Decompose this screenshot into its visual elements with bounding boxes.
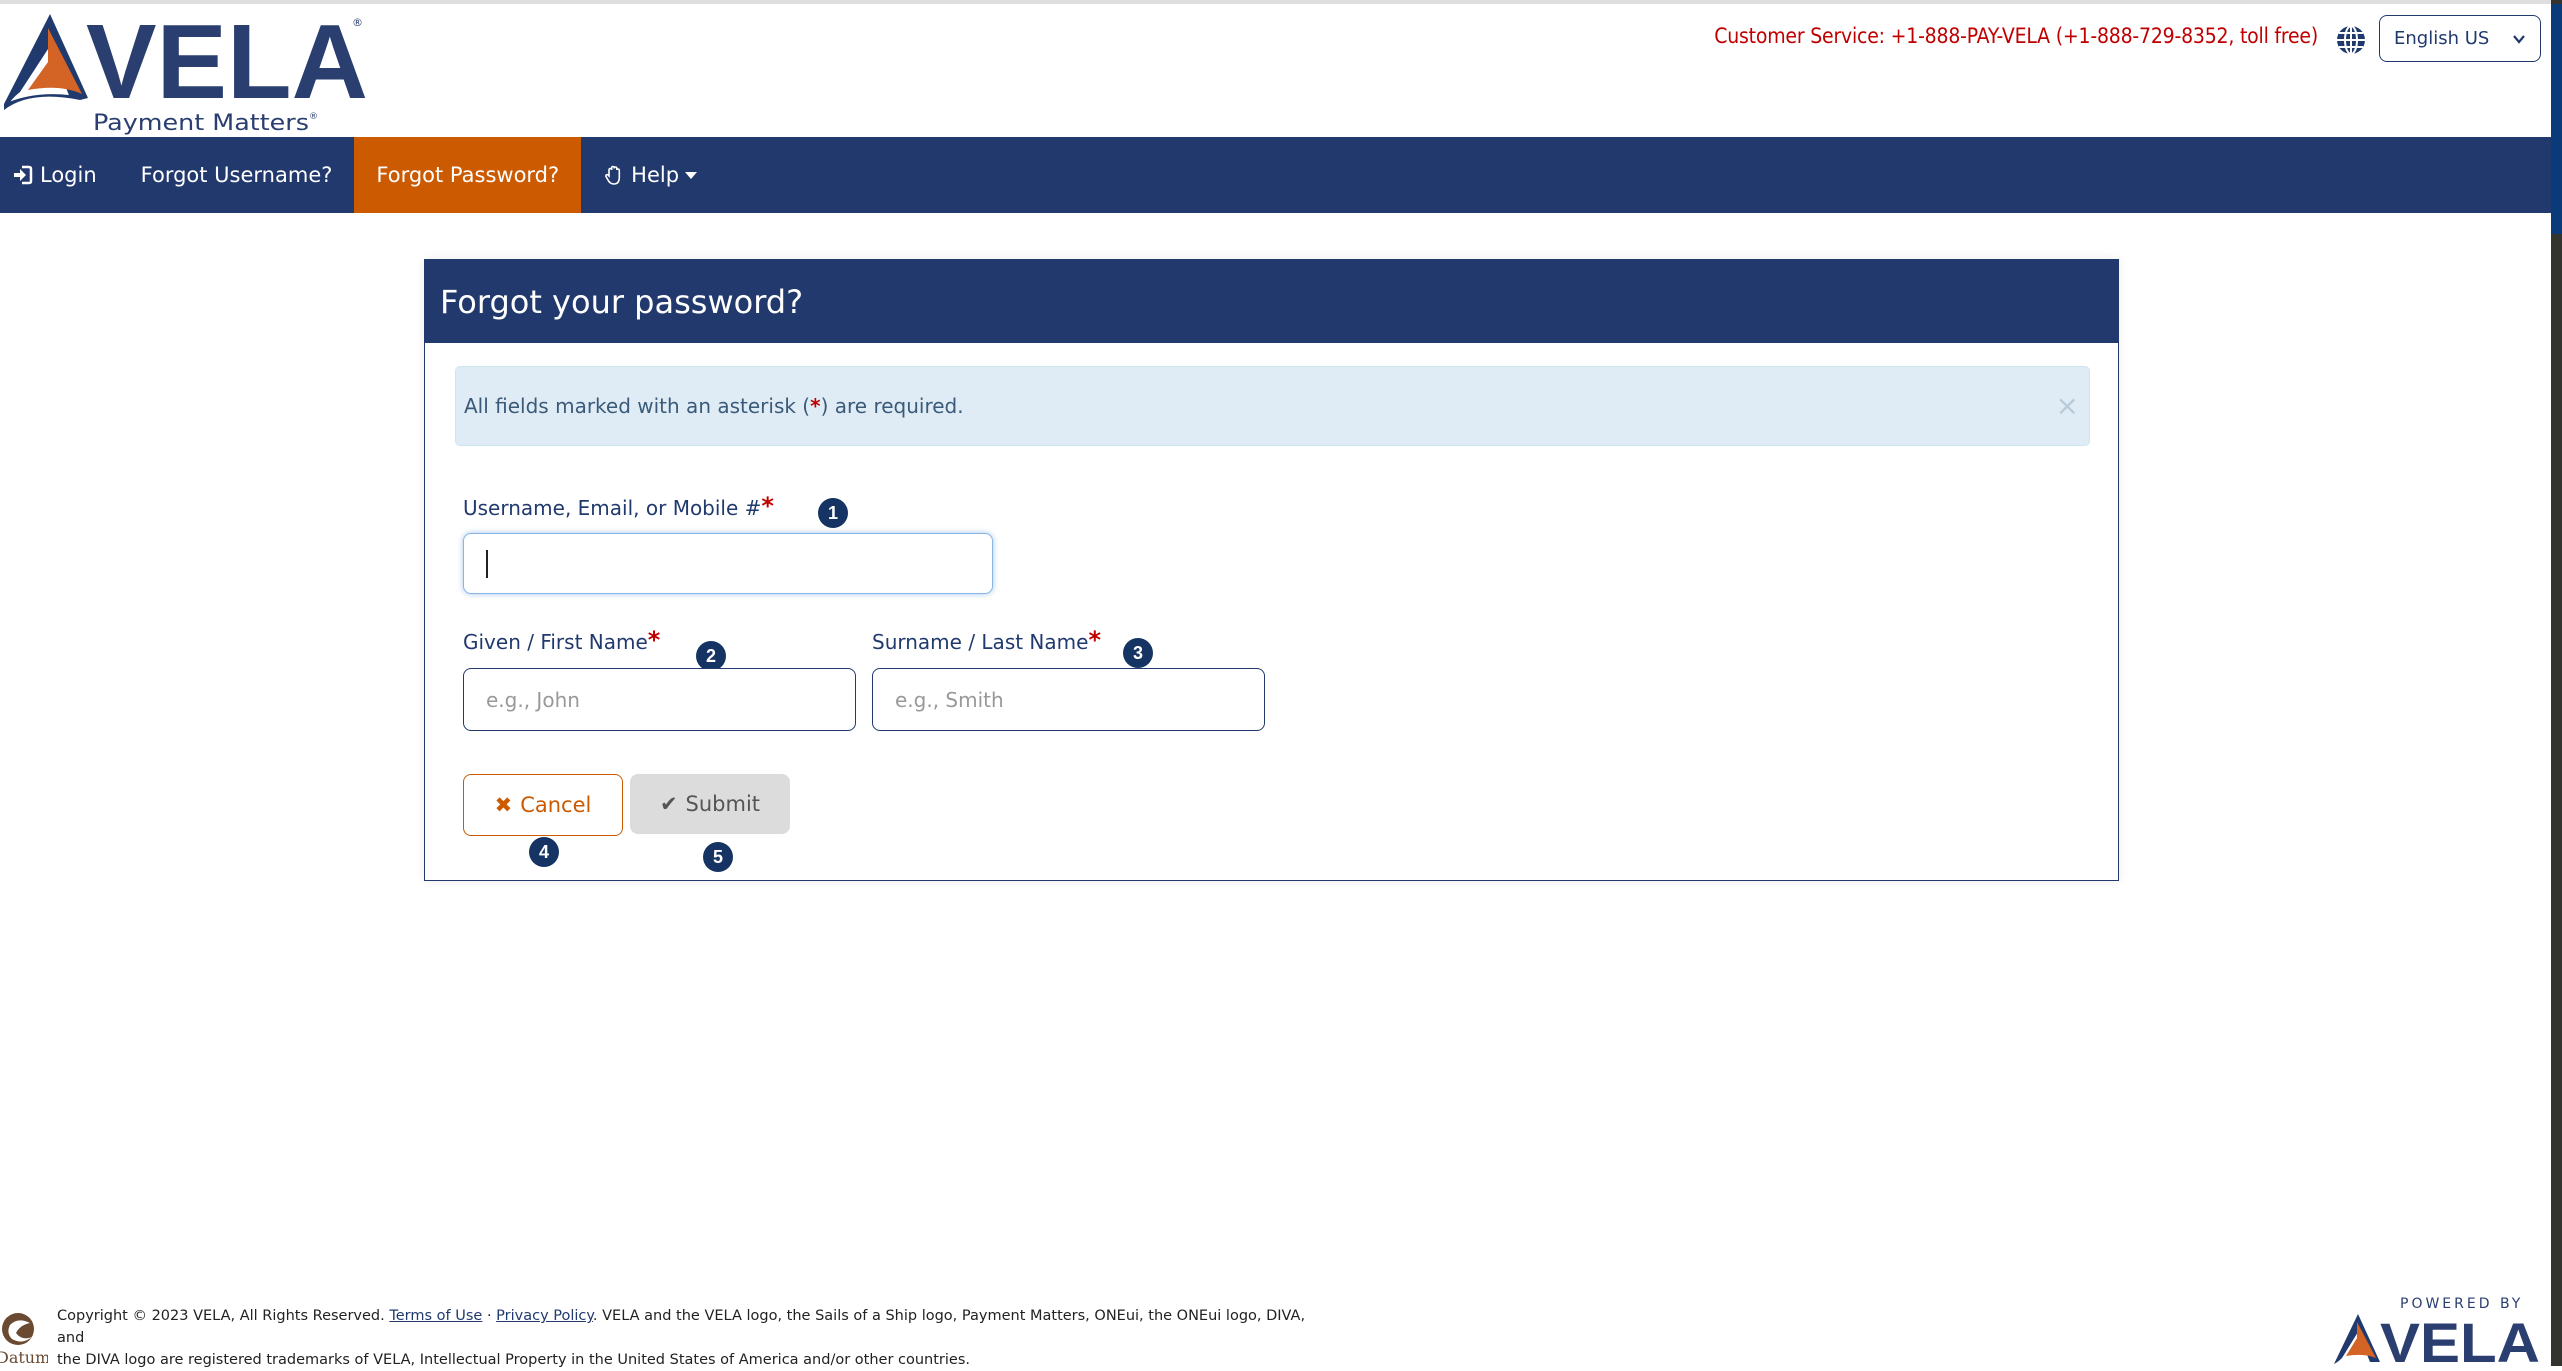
last-name-label-text: Surname / Last Name [872,630,1089,654]
step-badge-2: 2 [696,641,726,671]
nav-forgot-username[interactable]: Forgot Username? [119,137,355,213]
close-icon[interactable]: × [2056,389,2079,422]
username-label: Username, Email, or Mobile #* [463,492,774,524]
svg-text:Payment Matters: Payment Matters [93,111,309,136]
required-fields-alert: All fields marked with an asterisk (*) a… [455,366,2090,446]
svg-text:®: ® [309,112,318,122]
times-icon: ✖ [494,793,513,817]
last-name-placeholder: e.g., Smith [895,687,1004,712]
nav-login[interactable]: Login [0,137,119,213]
scrollbar-thumb[interactable] [2551,4,2562,234]
first-name-label: Given / First Name* [463,626,660,658]
submit-label: Submit [685,792,761,816]
svg-text:®: ® [352,16,363,29]
check-icon: ✔ [659,792,678,816]
first-name-input[interactable]: e.g., John [463,668,856,731]
step-badge-4: 4 [529,837,559,867]
last-name-input[interactable]: e.g., Smith [872,668,1265,731]
globe-icon [2335,24,2367,56]
step-badge-5: 5 [703,842,733,872]
svg-text:Datum: Datum [0,1348,48,1367]
footer-separator: · [486,1308,492,1324]
username-input[interactable] [463,533,993,594]
nav-forgot-password[interactable]: Forgot Password? [354,137,582,213]
powered-by-vela-logo: POWERED BY VELA [2330,1290,2550,1371]
page-title: Forgot your password? [440,282,804,321]
text-cursor [486,549,488,578]
panel-header: Forgot your password? [425,260,2118,343]
language-selected-value: English US [2394,28,2490,49]
required-asterisk: * [647,626,661,654]
first-name-label-text: Given / First Name [463,630,648,654]
terms-of-use-link[interactable]: Terms of Use [389,1308,482,1324]
top-border [0,0,2551,4]
alert-asterisk: * [810,394,821,418]
nav-login-label: Login [40,163,97,187]
sign-in-icon [14,165,33,185]
footer-legal-text: Copyright © 2023 VELA, All Rights Reserv… [57,1305,1307,1371]
alert-text-before: All fields marked with an asterisk ( [464,394,811,418]
cancel-button[interactable]: ✖ Cancel [463,774,623,836]
first-name-placeholder: e.g., John [486,687,580,712]
required-asterisk: * [1088,626,1101,654]
required-asterisk: * [761,492,774,520]
svg-text:POWERED BY: POWERED BY [2400,1296,2523,1312]
alert-text-after: ) are required. [820,394,964,418]
nav-forgot-username-label: Forgot Username? [140,163,333,187]
submit-button[interactable]: ✔ Submit [630,774,790,834]
forgot-password-panel: Forgot your password? All fields marked … [424,259,2119,881]
username-label-text: Username, Email, or Mobile # [463,496,762,520]
svg-text:VELA: VELA [86,6,368,121]
step-badge-1: 1 [818,498,848,528]
vela-logo[interactable]: VELA ® Payment Matters ® [0,6,380,136]
customer-service-phone: Customer Service: +1-888-PAY-VELA (+1-88… [1714,24,2318,48]
vertical-scrollbar[interactable] [2551,0,2562,1366]
step-badge-3: 3 [1123,638,1153,668]
privacy-policy-link[interactable]: Privacy Policy [496,1308,593,1324]
copyright-text: Copyright © 2023 VELA, All Rights Reserv… [57,1308,385,1324]
cancel-label: Cancel [520,793,592,817]
nav-help[interactable]: Help [581,137,719,213]
svg-text:VELA: VELA [2380,1311,2540,1366]
main-navbar: Login Forgot Username? Forgot Password? … [0,137,2551,213]
language-select[interactable]: English US [2379,15,2541,62]
nav-help-label: Help [631,163,680,187]
datum-logo: Datum [0,1311,50,1367]
nav-forgot-password-label: Forgot Password? [376,163,560,187]
chevron-down-icon [2513,34,2525,44]
caret-down-icon [685,171,698,179]
hand-paper-icon [605,165,621,185]
last-name-label: Surname / Last Name* [872,626,1101,658]
